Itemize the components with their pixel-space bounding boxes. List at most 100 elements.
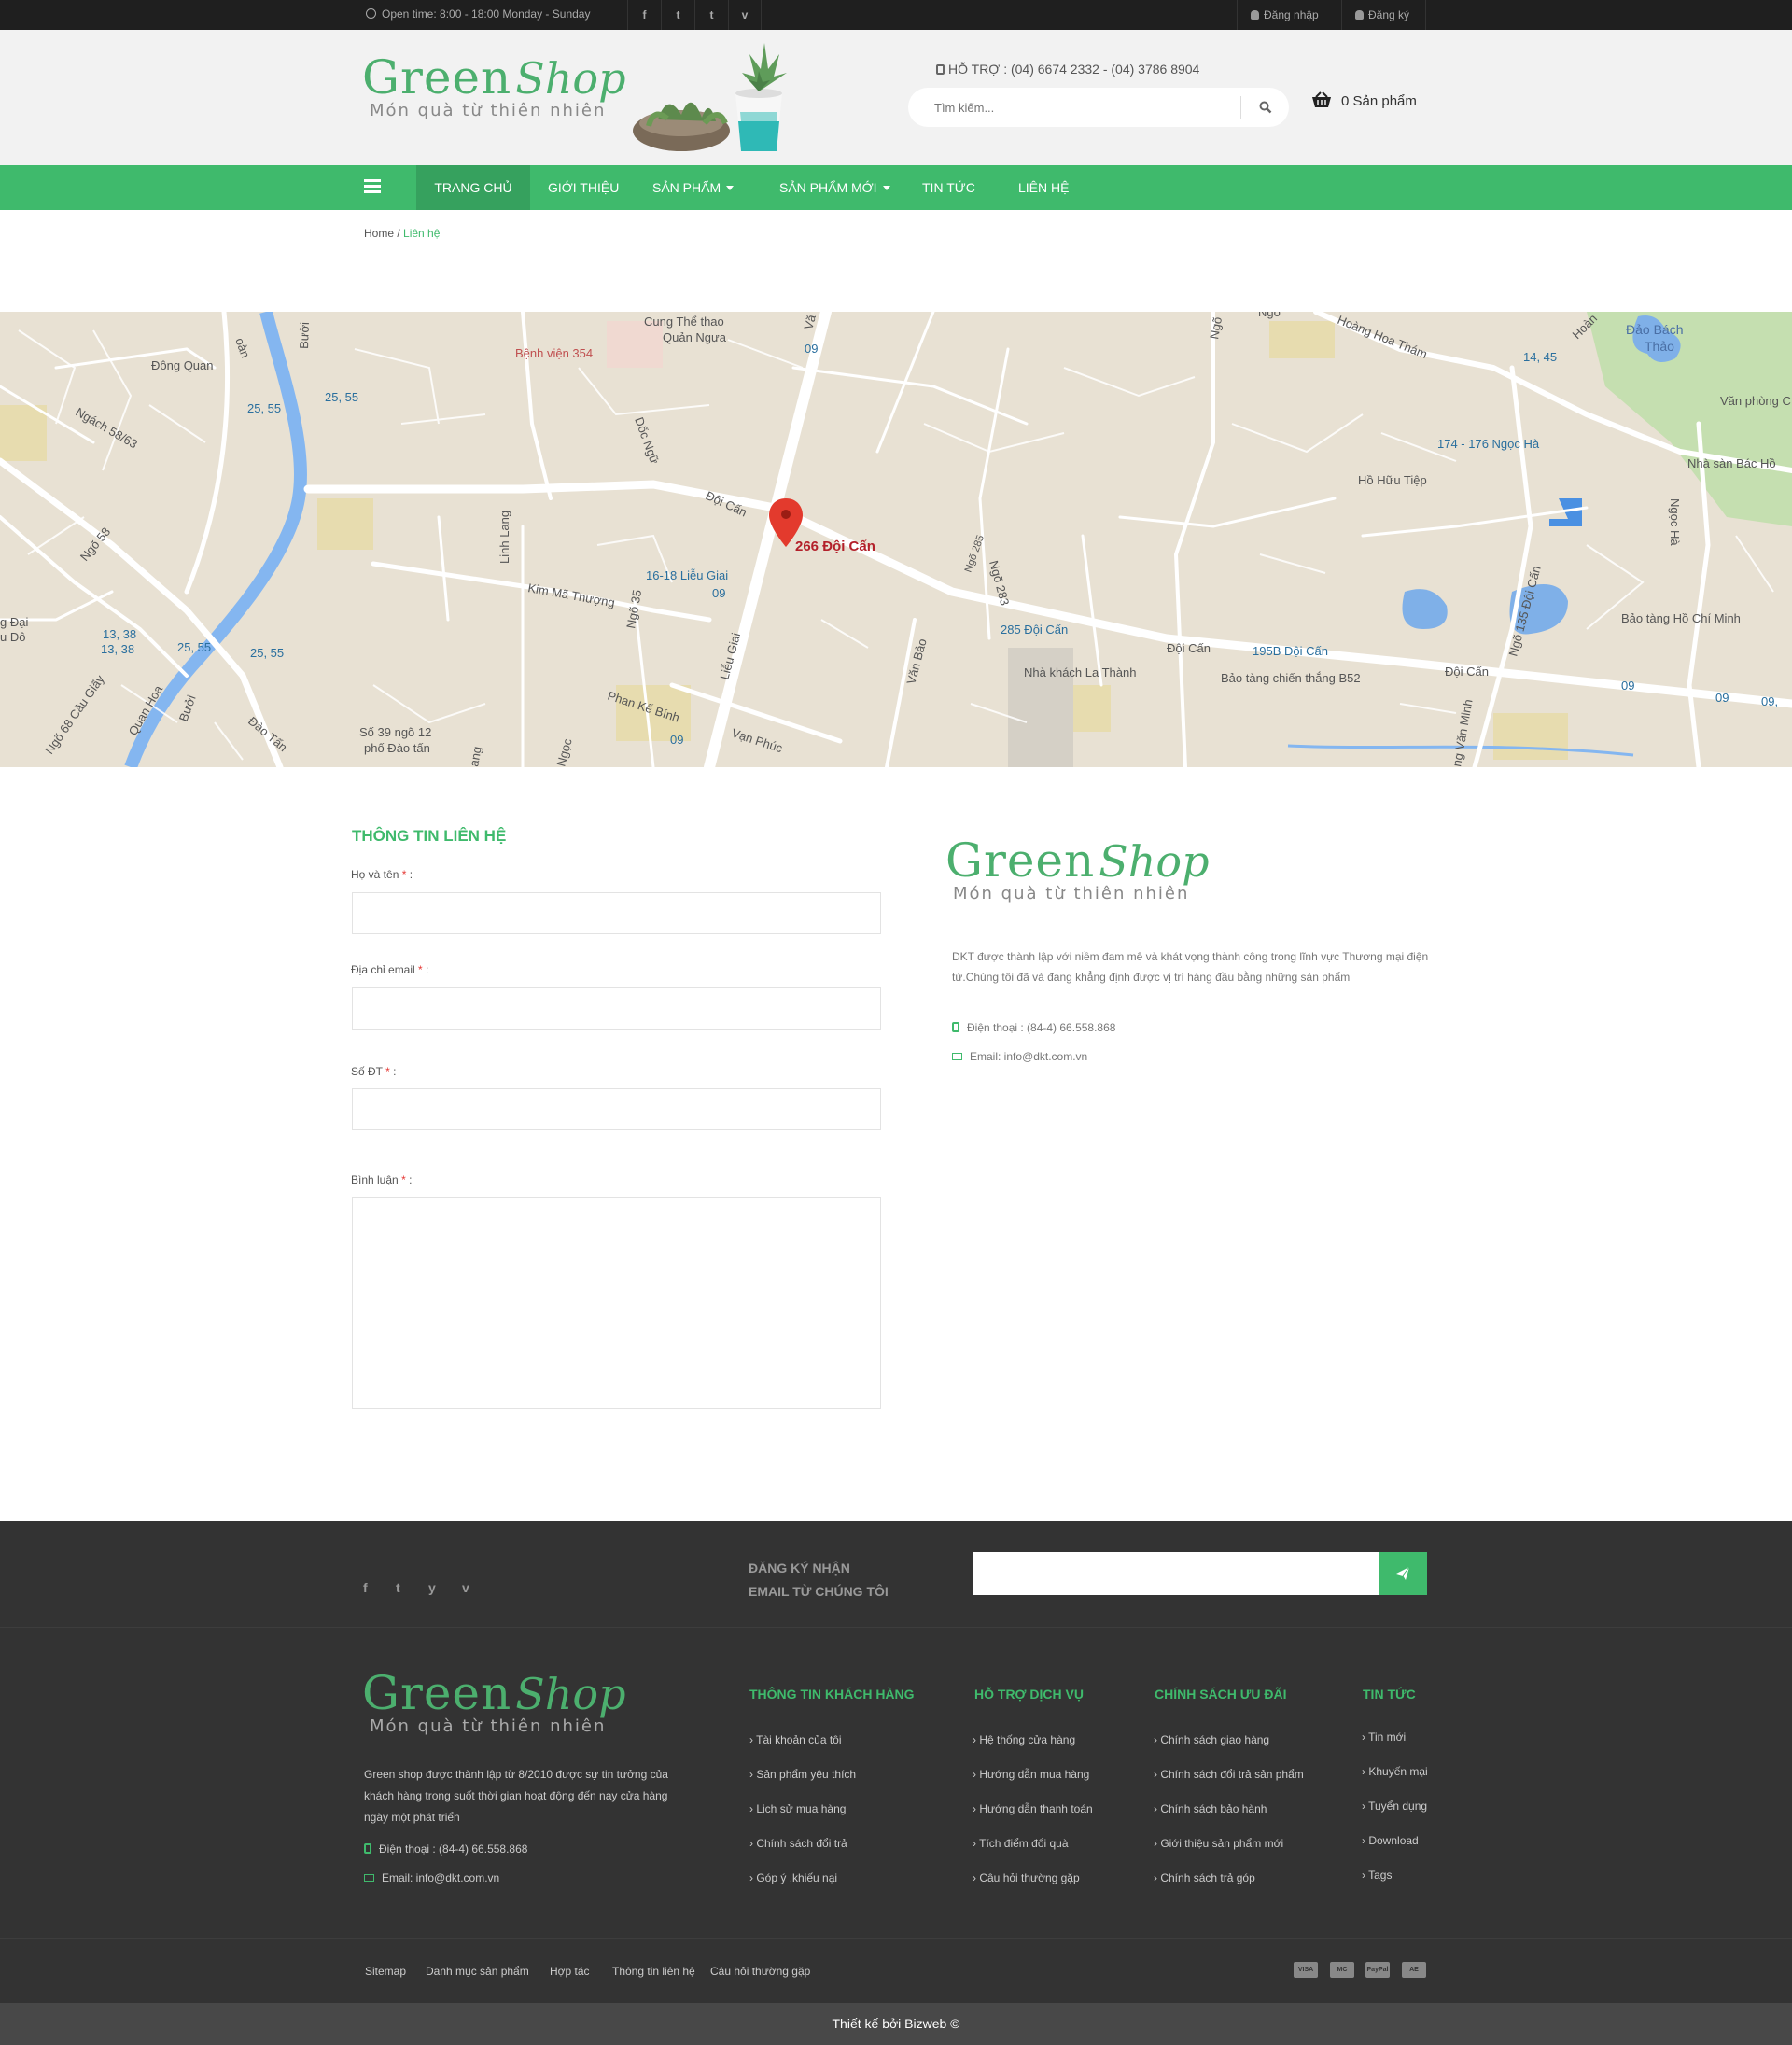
clock-icon xyxy=(366,8,376,19)
footer-logo[interactable]: GreenShop Món quà từ thiên nhiên xyxy=(362,1666,626,1736)
tumblr-icon[interactable]: t xyxy=(694,0,728,30)
twitter-icon[interactable]: t xyxy=(396,1580,400,1595)
footer-col-title-support: Hỗ trợ dịch vụ xyxy=(974,1687,1084,1702)
comment-textarea[interactable] xyxy=(352,1197,881,1409)
bottom-link-sitemap[interactable]: Sitemap xyxy=(365,1965,406,1978)
map-label: Đội Cấn xyxy=(1445,665,1489,679)
map-label: Số 39 ngõ 12 xyxy=(359,725,431,739)
map-label: Đội Cấn xyxy=(1167,641,1211,655)
phone-label: Số ĐT * : xyxy=(351,1065,397,1078)
twitter-icon[interactable]: t xyxy=(661,0,694,30)
footer-link[interactable]: › Góp ý ,khiếu nại xyxy=(749,1871,837,1884)
cart-link[interactable]: 0 Sản phẩm xyxy=(1311,91,1417,109)
hotline: HỖ TRỢ : (04) 6674 2332 - (04) 3786 8904 xyxy=(936,62,1199,77)
copyright: Thiết kế bởi Bizweb © xyxy=(0,2003,1792,2045)
main-nav: Trang chủ Giới thiệu Sản phẩm Sản phẩm m… xyxy=(0,165,1792,210)
map-marker-label: 266 Đội Cấn xyxy=(795,539,875,554)
footer-bottom xyxy=(0,1938,1792,2003)
map-park xyxy=(317,498,373,550)
map-roads xyxy=(0,312,1792,767)
map-label: u Đô xyxy=(0,630,25,644)
vimeo-icon[interactable]: v xyxy=(462,1580,469,1595)
user-icon xyxy=(1251,10,1259,20)
footer-link[interactable]: › Tài khoản của tôi xyxy=(749,1733,842,1746)
footer-link[interactable]: › Câu hỏi thường gặp xyxy=(973,1871,1080,1884)
search-button[interactable] xyxy=(1240,96,1289,119)
map-label: 25, 55 xyxy=(250,646,284,660)
map-label: Linh Lang xyxy=(497,511,511,564)
nav-products[interactable]: Sản phẩm xyxy=(652,165,735,210)
footer-link[interactable]: › Hệ thống cửa hàng xyxy=(973,1733,1075,1746)
bottom-link-faq[interactable]: Câu hỏi thường gặp xyxy=(710,1965,810,1978)
footer-link[interactable]: › Sản phẩm yêu thích xyxy=(749,1768,856,1781)
envelope-icon xyxy=(952,1053,962,1060)
map-label: 09, xyxy=(1761,694,1778,708)
footer-link[interactable]: › Lịch sử mua hàng xyxy=(749,1802,846,1815)
caret-down-icon xyxy=(726,186,735,190)
bottom-link-contact[interactable]: Thông tin liên hệ xyxy=(612,1965,695,1978)
nav-home[interactable]: Trang chủ xyxy=(416,165,530,210)
phone-input[interactable] xyxy=(352,1088,881,1130)
map-label: ng Văn Minh xyxy=(1449,698,1475,767)
footer-link[interactable]: › Chính sách bảo hành xyxy=(1154,1802,1267,1815)
youtube-icon[interactable]: y xyxy=(428,1580,436,1595)
footer-link[interactable]: › Tags xyxy=(1362,1869,1392,1882)
logo[interactable]: GreenShop Món quà từ thiên nhiên xyxy=(362,50,626,120)
facebook-icon[interactable]: f xyxy=(627,0,661,30)
breadcrumb-home[interactable]: Home xyxy=(364,227,394,240)
search-icon xyxy=(1259,101,1271,114)
breadcrumb-current: Liên hệ xyxy=(403,227,441,240)
hamburger-menu-icon[interactable] xyxy=(364,179,381,196)
footer-link[interactable]: › Khuyến mại xyxy=(1362,1765,1428,1778)
register-link[interactable]: Đăng ký xyxy=(1341,0,1426,30)
footer-link[interactable]: › Chính sách đổi trả sản phẩm xyxy=(1154,1768,1304,1781)
email-input[interactable] xyxy=(352,987,881,1030)
nav-new-products[interactable]: Sản phẩm mới xyxy=(779,165,890,210)
bottom-link-partner[interactable]: Hợp tác xyxy=(550,1965,590,1978)
map-label: ang xyxy=(467,746,484,767)
contact-logo: GreenShop Món quà từ thiên nhiên xyxy=(945,833,1210,903)
map-label: Dốc Ngữ xyxy=(632,415,662,466)
nav-contact[interactable]: Liên hệ xyxy=(1018,165,1069,210)
map-label: Hoàng Hoa Thám xyxy=(1336,313,1430,361)
paper-plane-icon xyxy=(1396,1566,1410,1580)
footer-link[interactable]: › Giới thiệu sản phẩm mới xyxy=(1154,1837,1283,1850)
contact-description: DKT được thành lập với niềm đam mê và kh… xyxy=(952,950,1429,984)
plant-illustration xyxy=(633,43,787,151)
user-plus-icon xyxy=(1355,10,1364,20)
vimeo-icon[interactable]: v xyxy=(728,0,762,30)
footer-link[interactable]: › Chính sách giao hàng xyxy=(1154,1733,1269,1746)
footer-link[interactable]: › Hướng dẫn thanh toán xyxy=(973,1802,1093,1815)
footer-link[interactable]: › Tuyển dụng xyxy=(1362,1800,1427,1813)
location-map[interactable]: 266 Đội Cấn Cung Thể thao Quản Ngựa Bệnh… xyxy=(0,312,1792,767)
map-label: Bưởi xyxy=(176,693,199,723)
map-lake xyxy=(1402,589,1448,629)
footer-main xyxy=(0,1627,1792,1938)
nav-about[interactable]: Giới thiệu xyxy=(548,165,619,210)
name-input[interactable] xyxy=(352,892,881,934)
footer-link[interactable]: › Download xyxy=(1362,1834,1419,1847)
bottom-link-categories[interactable]: Danh mục sản phẩm xyxy=(426,1965,529,1978)
nav-news[interactable]: Tin tức xyxy=(922,165,975,210)
footer-email: Email: info@dkt.com.vn xyxy=(364,1871,499,1884)
newsletter-email-input[interactable] xyxy=(973,1552,1379,1595)
footer-link[interactable]: › Tích điểm đổi quà xyxy=(973,1837,1069,1850)
contact-phone: Điện thoại : (84-4) 66.558.868 xyxy=(952,1021,1115,1034)
map-label: Cung Thể thao xyxy=(644,315,724,329)
footer-link[interactable]: › Chính sách trả góp xyxy=(1154,1871,1255,1884)
newsletter-submit-button[interactable] xyxy=(1379,1552,1427,1595)
footer-link[interactable]: › Tin mới xyxy=(1362,1730,1406,1744)
map-label: Đội Cấn xyxy=(704,488,749,519)
mastercard-icon: MC xyxy=(1330,1962,1354,1978)
map-label: 195B Đội Cấn xyxy=(1253,644,1328,658)
footer-link[interactable]: › Chính sách đổi trả xyxy=(749,1837,847,1850)
search-input[interactable] xyxy=(908,88,1235,127)
top-bar: Open time: 8:00 - 18:00 Monday - Sunday … xyxy=(0,0,1792,30)
map-label: 25, 55 xyxy=(247,401,281,415)
facebook-icon[interactable]: f xyxy=(363,1580,368,1595)
map-label: Nhà khách La Thành xyxy=(1024,665,1136,679)
envelope-icon xyxy=(364,1874,374,1882)
footer-link[interactable]: › Hướng dẫn mua hàng xyxy=(973,1768,1089,1781)
map-label: Ngõ xyxy=(1258,312,1281,319)
login-link[interactable]: Đăng nhập xyxy=(1237,0,1332,30)
